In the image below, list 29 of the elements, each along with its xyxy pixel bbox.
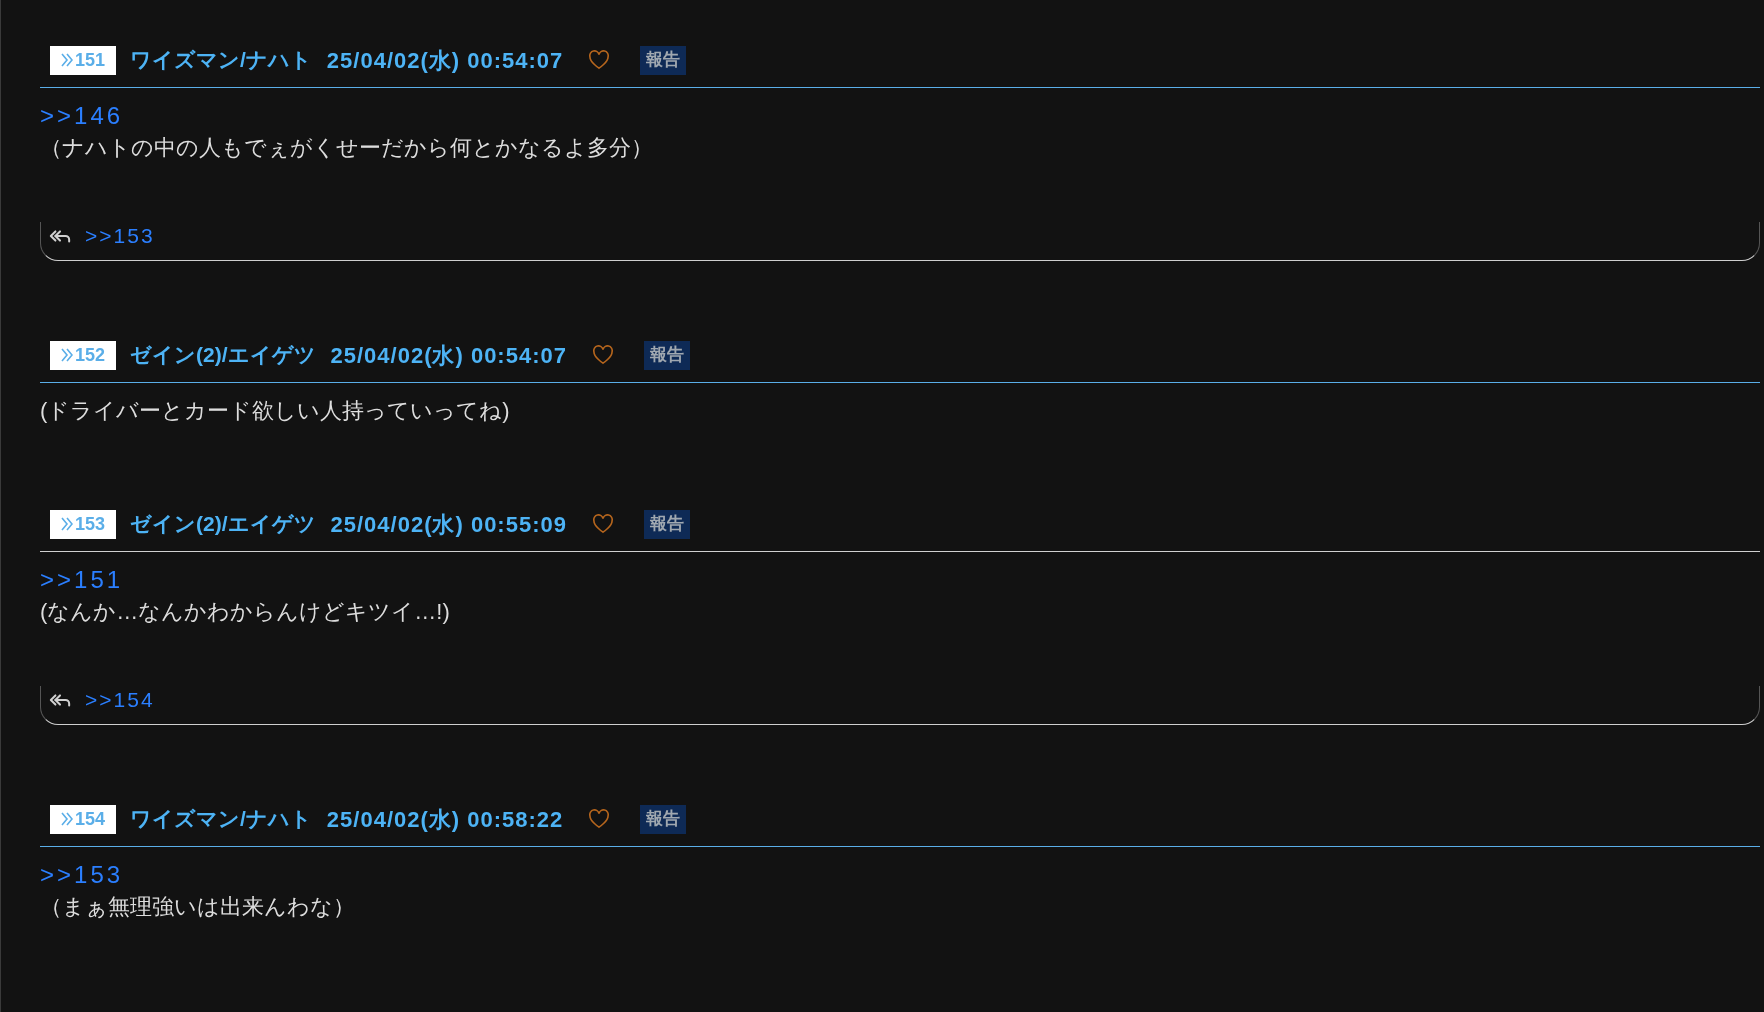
- report-button[interactable]: 報告: [640, 45, 687, 75]
- poster-name: ワイズマン/ナハト: [130, 47, 312, 74]
- poster-name: ゼイン(2)/エイゲツ: [130, 342, 316, 369]
- post-date: 25/04/02(水) 00:55:09: [330, 510, 567, 539]
- post-body: （ナハトの中の人もでぇがくせーだから何とかなるよ多分）: [40, 134, 654, 162]
- reply-link[interactable]: >>154: [85, 685, 155, 714]
- report-button[interactable]: 報告: [640, 804, 687, 834]
- double-chevron-icon: [60, 53, 73, 67]
- anchor-link[interactable]: >>146: [40, 102, 124, 129]
- anchor-link[interactable]: >>153: [40, 861, 124, 888]
- report-button[interactable]: 報告: [643, 509, 690, 539]
- poster-name: ワイズマン/ナハト: [130, 806, 312, 833]
- heart-icon[interactable]: [591, 514, 614, 534]
- double-chevron-icon: [60, 517, 73, 531]
- heart-icon[interactable]: [588, 809, 611, 829]
- post-body: （まぁ無理強いは出来んわな）: [40, 893, 356, 921]
- post-body: (なんか…なんかわからんけどキツイ…!): [40, 598, 451, 626]
- anchor-link[interactable]: >>151: [40, 566, 124, 593]
- reply-link[interactable]: >>153: [85, 221, 155, 250]
- heart-icon[interactable]: [588, 50, 611, 70]
- double-chevron-icon: [60, 812, 73, 826]
- report-button[interactable]: 報告: [643, 340, 690, 370]
- double-chevron-icon: [60, 348, 73, 362]
- post-date: 25/04/02(水) 00:54:07: [330, 341, 567, 370]
- post-date: 25/04/02(水) 00:58:22: [326, 805, 564, 834]
- post-date: 25/04/02(水) 00:54:07: [326, 46, 564, 75]
- poster-name: ゼイン(2)/エイゲツ: [130, 511, 316, 538]
- post-body: (ドライバーとカード欲しい人持っていってね): [40, 397, 511, 425]
- heart-icon[interactable]: [591, 345, 614, 365]
